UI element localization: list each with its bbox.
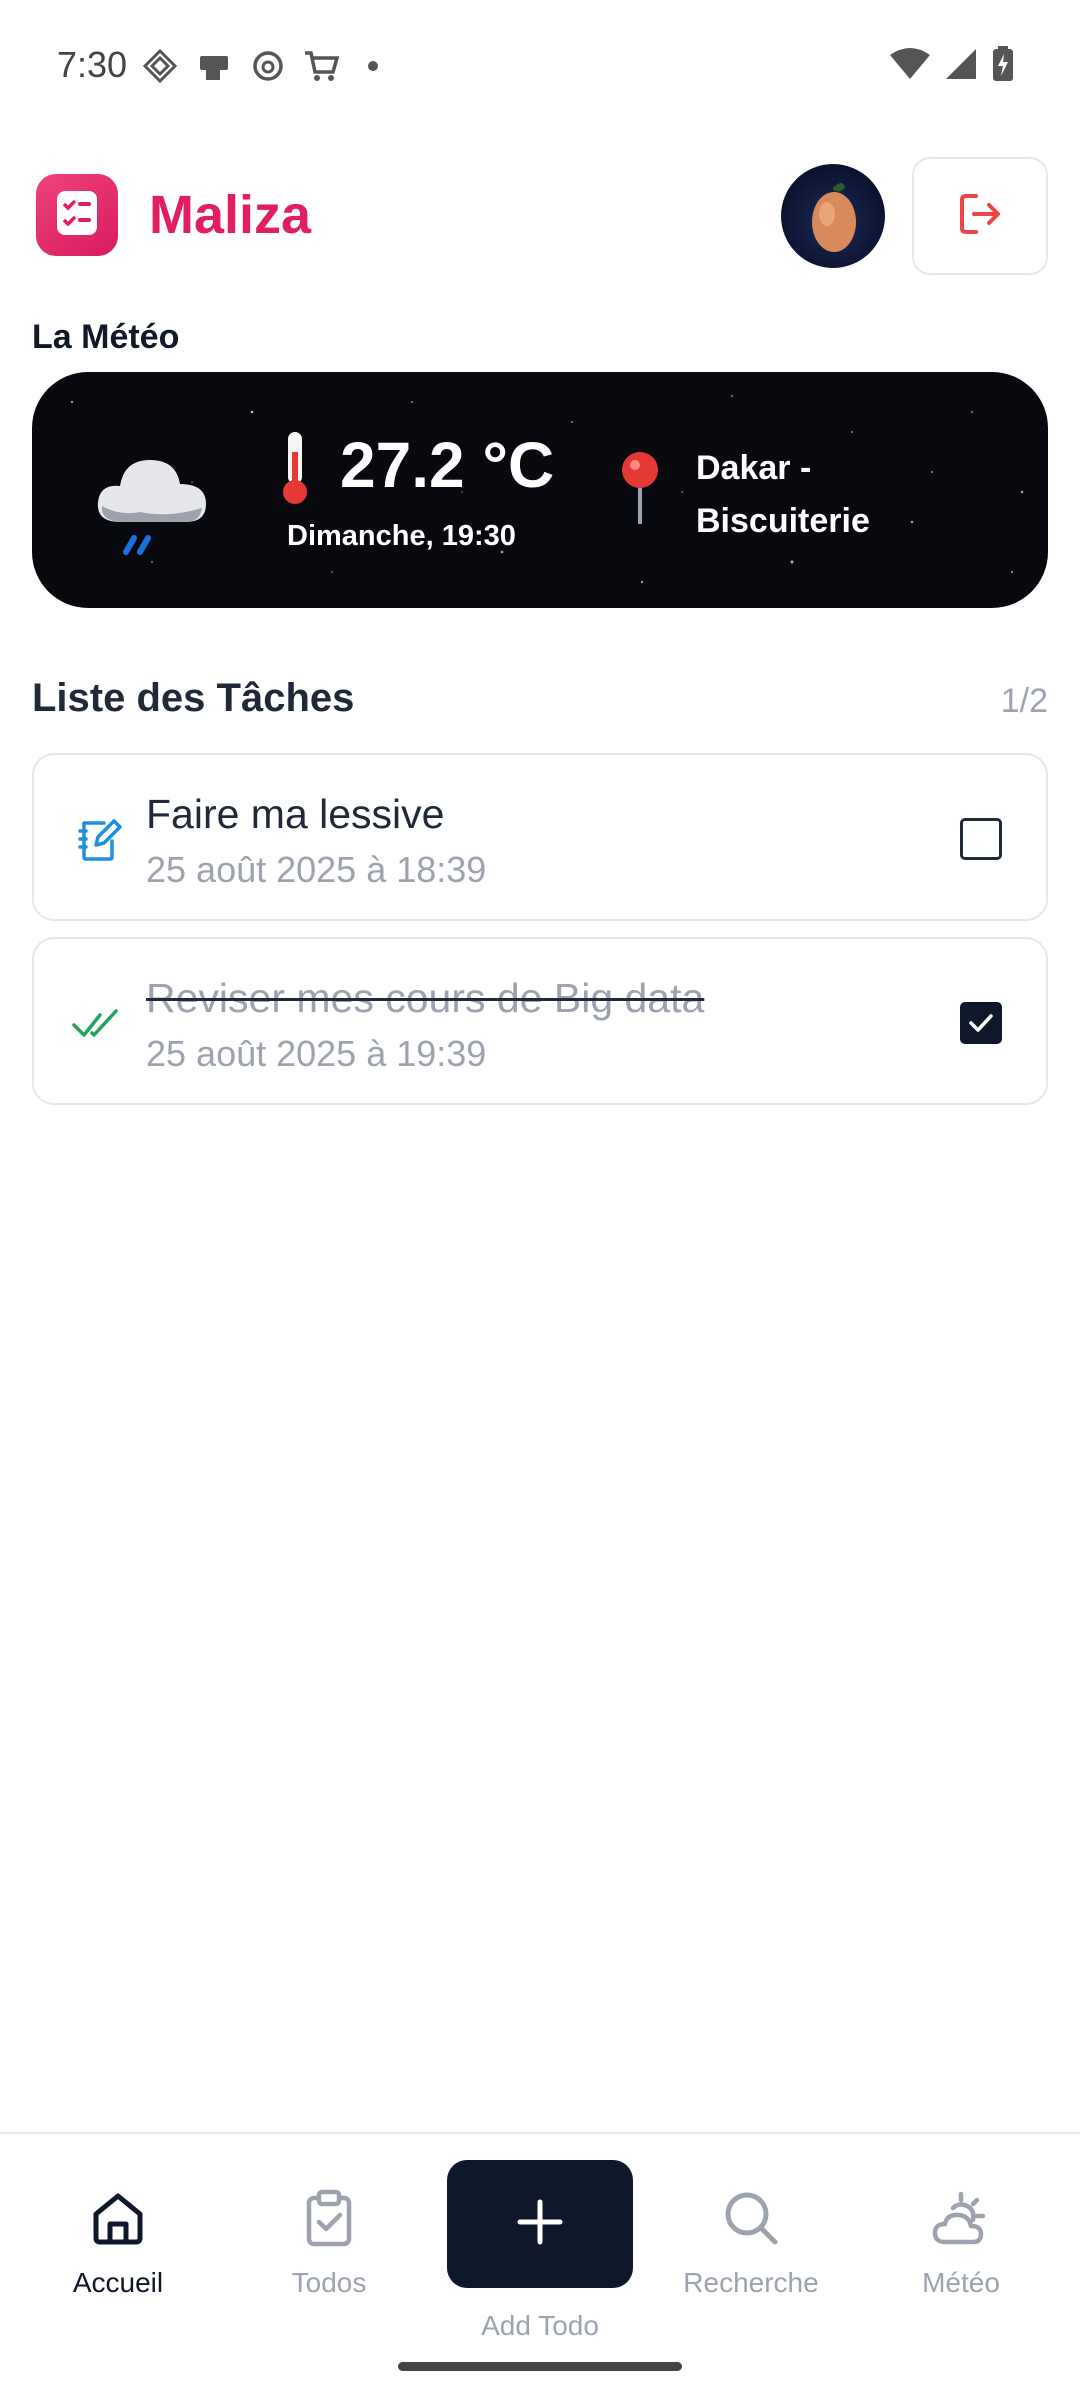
nav-label: Todos bbox=[291, 2267, 367, 2298]
task-title: Faire ma lessive bbox=[146, 791, 445, 837]
cloud-sun-icon bbox=[931, 2188, 991, 2253]
nav-label: Recherche bbox=[683, 2267, 819, 2298]
battery-charging-icon bbox=[992, 46, 1014, 87]
home-indicator[interactable] bbox=[398, 2362, 682, 2371]
rain-cloud-icon bbox=[90, 442, 214, 567]
checkmark-icon bbox=[969, 1014, 993, 1032]
wifi-icon bbox=[890, 47, 930, 86]
task-date: 25 août 2025 à 19:39 bbox=[146, 1033, 487, 1074]
nav-item-meteo[interactable]: Météo bbox=[861, 2188, 1061, 2299]
status-time: 7:30 bbox=[57, 44, 128, 85]
status-bar: 7:30 bbox=[0, 0, 1080, 136]
status-notification-icons bbox=[140, 46, 378, 86]
nav-label: Météo bbox=[922, 2267, 1000, 2298]
cell-signal-icon bbox=[944, 47, 978, 86]
clipboard-check-icon bbox=[299, 2188, 359, 2253]
location-line-1: Dakar - bbox=[696, 449, 812, 487]
status-system-icons bbox=[890, 46, 1014, 87]
task-checkbox[interactable] bbox=[960, 1002, 1002, 1044]
tasks-count: 1/2 bbox=[1000, 682, 1048, 720]
task-item[interactable]: Faire ma lessive 25 août 2025 à 18:39 bbox=[32, 753, 1048, 921]
task-title: Reviser mes cours de Big data bbox=[146, 975, 705, 1021]
task-checkbox[interactable] bbox=[960, 818, 1002, 860]
location-pin-icon bbox=[615, 448, 665, 533]
app-logo bbox=[36, 174, 118, 256]
tasks-title: Liste des Tâches bbox=[32, 676, 355, 720]
mango-avatar bbox=[812, 183, 856, 252]
weather-card[interactable]: 27.2 °C Dimanche, 19:30 Dakar - Biscuite… bbox=[32, 372, 1048, 608]
task-date: 25 août 2025 à 18:39 bbox=[146, 849, 487, 890]
add-todo-label: Add Todo bbox=[481, 2310, 599, 2341]
double-check-icon bbox=[72, 997, 124, 1049]
nav-item-accueil[interactable]: Accueil bbox=[18, 2188, 218, 2299]
checklist-icon bbox=[51, 187, 103, 244]
plus-icon bbox=[516, 2198, 564, 2251]
dot-icon bbox=[368, 61, 378, 71]
edit-note-icon bbox=[72, 813, 124, 865]
logout-icon bbox=[956, 190, 1004, 243]
phone-card-icon bbox=[194, 46, 234, 86]
bottom-navigation: Accueil Todos Add Todo Recherche Météo bbox=[0, 2132, 1080, 2400]
location-line-2: Biscuiterie bbox=[696, 502, 870, 540]
home-icon bbox=[88, 2188, 148, 2253]
grid-notification-icon bbox=[140, 46, 180, 86]
temperature: 27.2 °C bbox=[340, 429, 555, 501]
add-todo-button[interactable] bbox=[447, 2160, 633, 2288]
search-icon bbox=[721, 2188, 781, 2253]
nav-label: Accueil bbox=[72, 2267, 164, 2298]
avatar[interactable] bbox=[781, 164, 885, 268]
weather-date-time: Dimanche, 19:30 bbox=[287, 520, 516, 552]
thermometer-icon bbox=[277, 428, 313, 513]
weather-section-title: La Météo bbox=[32, 318, 180, 356]
logout-button[interactable] bbox=[912, 157, 1048, 275]
task-item[interactable]: Reviser mes cours de Big data 25 août 20… bbox=[32, 937, 1048, 1105]
weather-location: Dakar - Biscuiterie bbox=[696, 442, 996, 548]
app-title: Maliza bbox=[149, 185, 312, 245]
threads-icon bbox=[248, 46, 288, 86]
cart-icon bbox=[302, 46, 342, 86]
nav-item-todos[interactable]: Todos bbox=[229, 2188, 429, 2299]
nav-item-recherche[interactable]: Recherche bbox=[651, 2188, 851, 2299]
